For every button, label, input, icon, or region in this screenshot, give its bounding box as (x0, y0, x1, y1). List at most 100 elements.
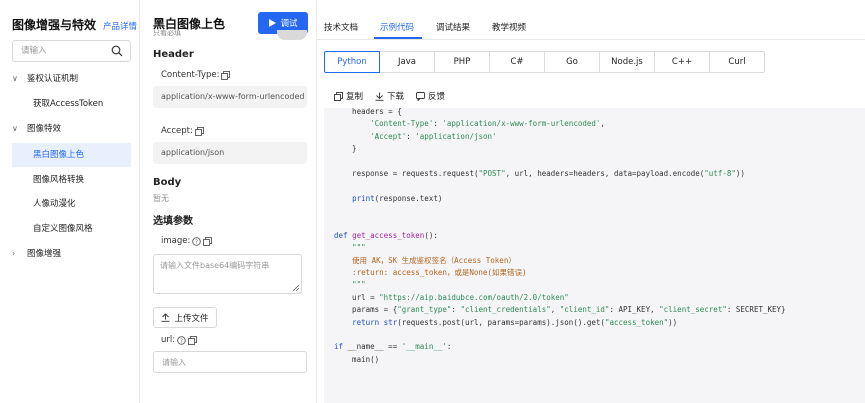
code-token: } (334, 144, 357, 154)
tab-tech-docs[interactable]: 技术文档 (324, 21, 358, 33)
accept-value: application/json (153, 142, 307, 164)
help-icon[interactable]: ? (192, 236, 202, 246)
url-label-text: url: (161, 335, 176, 345)
code-token: headers = { (334, 107, 402, 116)
header-section-title: Header (153, 49, 194, 60)
code-panel: 技术文档 示例代码 调试结果 教学视频 Python Java PHP C# G… (317, 0, 865, 403)
feedback-button[interactable]: 反馈 (416, 90, 445, 102)
code-token: '__main__' (401, 342, 447, 352)
code-token: , (550, 305, 560, 315)
code-token: 'application/x-www-form-urlencoded' (442, 119, 601, 129)
nav-item-label: 获取AccessToken (33, 99, 104, 109)
download-code-button[interactable]: 下载 (375, 90, 404, 102)
code-token: params = { (334, 305, 398, 315)
code-token: "https://aip.baidubce.com/oauth/2.0/toke… (379, 292, 569, 302)
nav-item-label: 黑白图像上色 (33, 150, 85, 160)
lang-php[interactable]: PHP (434, 51, 490, 73)
lang-go[interactable]: Go (544, 51, 600, 73)
nav-group-effects[interactable]: ∨ 图像特效 (0, 117, 131, 141)
code-content: headers = { 'Content-Type': 'application… (334, 106, 862, 401)
sidebar: 图像增强与特效 产品详情 ∨ 鉴权认证机制 获取AccessToken ∨ 图像… (0, 0, 140, 403)
tab-tutorial-video[interactable]: 教学视频 (492, 21, 526, 33)
code-token: 使用 AK，SK 生成鉴权签名（Access Token） (334, 255, 516, 265)
code-token: "POST" (478, 168, 506, 178)
code-token: 'application/json' (415, 131, 497, 141)
lang-cpp[interactable]: C++ (654, 51, 710, 73)
content-type-label-text: Content-Type: (161, 70, 220, 80)
code-token: def (334, 230, 348, 240)
tab-debug-result[interactable]: 调试结果 (436, 21, 470, 33)
code-token: "access_token" (604, 317, 669, 327)
image-base64-textarea[interactable]: 请输入文件base64编码字符串 (153, 254, 302, 294)
code-token: , url, headers=headers, data=payload.enc… (505, 168, 705, 178)
lang-java[interactable]: Java (379, 51, 435, 73)
code-line: print(response.text) (334, 193, 862, 205)
active-tab-indicator (374, 37, 422, 39)
copy-icon[interactable] (221, 70, 231, 80)
code-block: 复制 下载 反馈 headers = { 'Content-Type': 'ap… (324, 84, 865, 403)
download-icon (375, 92, 384, 101)
code-token: __name__ == (343, 342, 402, 352)
nav-item-style-transfer[interactable]: 图像风格转换 (0, 168, 131, 192)
search-input[interactable] (13, 41, 105, 61)
code-token: , (600, 119, 605, 129)
code-line: response = requests.request("POST", url,… (334, 168, 862, 180)
code-token: return (352, 317, 380, 327)
nav-item-access-token[interactable]: 获取AccessToken (0, 92, 131, 116)
nav-item-colorize[interactable]: 黑白图像上色 (12, 143, 131, 167)
resize-grip-icon[interactable] (293, 285, 299, 291)
chevron-down-icon: ∨ (12, 74, 18, 83)
url-input[interactable] (153, 351, 307, 373)
copy-icon[interactable] (203, 236, 213, 246)
svg-text:?: ? (195, 239, 198, 245)
request-panel: 黑白图像上色 调试 只看必填 Header Content-Type: appl… (141, 0, 316, 403)
lang-python[interactable]: Python (324, 51, 380, 73)
code-token: (requests.post(url, params=params).json(… (397, 317, 605, 327)
code-token: 'Content-Type' (370, 119, 434, 129)
code-line: def get_access_token(): (334, 230, 862, 242)
nav-group-auth[interactable]: ∨ 鉴权认证机制 (0, 67, 131, 91)
code-toolbar: 复制 下载 反馈 (324, 84, 865, 108)
code-line: url = "https://aip.baidubce.com/oauth/2.… (334, 292, 862, 304)
lang-nodejs[interactable]: Node.js (599, 51, 655, 73)
accept-label-text: Accept: (161, 126, 193, 136)
optional-params-title: 选填参数 (153, 216, 193, 227)
copy-icon[interactable] (194, 126, 204, 136)
product-details-link[interactable]: 产品详情 (103, 20, 137, 32)
required-only-toggle[interactable] (277, 30, 307, 40)
copy-code-button[interactable]: 复制 (334, 90, 363, 102)
chevron-right-icon: › (12, 249, 16, 258)
copy-icon[interactable] (188, 335, 198, 345)
nav-item-label: 图像风格转换 (33, 175, 85, 185)
debug-button-label: 调试 (280, 19, 298, 29)
code-token: str (383, 317, 398, 327)
nav-item-label: 人像动漫化 (33, 199, 76, 209)
code-token: "utf-8" (704, 168, 736, 178)
code-token: response = requests.request( (334, 168, 479, 178)
nav-group-label: 图像特效 (27, 124, 62, 134)
tab-sample-code[interactable]: 示例代码 (380, 21, 414, 33)
nav-group-label: 图像增强 (27, 249, 62, 259)
code-line: 'Content-Type': 'application/x-www-form-… (334, 118, 862, 130)
code-token: : (446, 342, 452, 352)
upload-file-button[interactable]: 上传文件 (153, 307, 217, 328)
help-icon[interactable]: ? (177, 335, 186, 345)
lang-csharp[interactable]: C# (489, 51, 545, 73)
lang-curl[interactable]: Curl (709, 51, 765, 73)
nav-item-custom-style[interactable]: 自定义图像风格 (0, 217, 131, 241)
code-token: "client_secret" (659, 305, 727, 315)
code-token: : SECRET_KEY} (726, 305, 786, 315)
sidebar-header: 图像增强与特效 产品详情 (12, 16, 137, 33)
search-icon[interactable] (111, 45, 123, 57)
nav-item-anime[interactable]: 人像动漫化 (0, 192, 131, 216)
copy-icon (334, 91, 343, 101)
code-token: "client_id" (559, 305, 610, 315)
code-token: print (352, 193, 375, 203)
nav-group-enhance[interactable]: › 图像增强 (0, 242, 131, 266)
feedback-label: 反馈 (428, 92, 446, 102)
